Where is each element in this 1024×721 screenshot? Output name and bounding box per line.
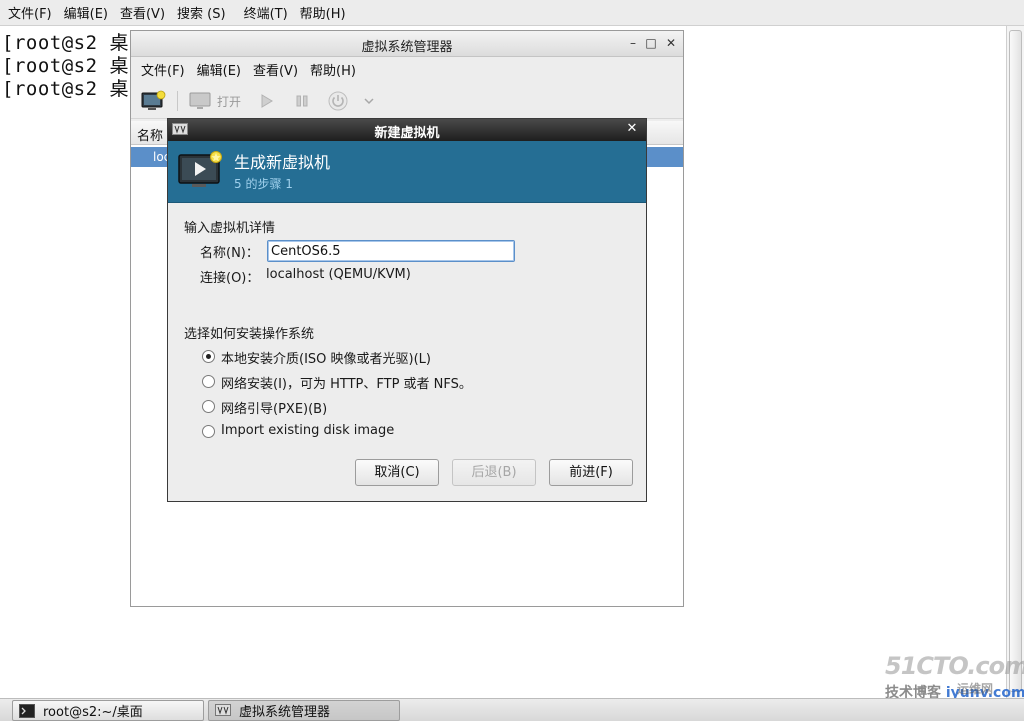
radio-import-disk[interactable] <box>202 425 215 438</box>
new-vm-banner-icon <box>178 151 222 187</box>
pause-icon <box>296 95 308 107</box>
chevron-down-icon <box>364 98 374 105</box>
dialog-banner: 生成新虚拟机 5 的步骤 1 <box>168 141 646 203</box>
banner-step: 5 的步骤 1 <box>234 177 293 191</box>
vmm-menu-file[interactable]: 文件(F) <box>135 60 191 79</box>
section-install-heading: 选择如何安装操作系统 <box>184 327 315 342</box>
shutdown-button[interactable] <box>327 89 349 113</box>
connection-value: localhost (QEMU/KVM) <box>266 267 411 282</box>
connection-label: 连接(O)： <box>200 271 260 286</box>
taskbar-item-terminal[interactable]: root@s2:~/桌面 <box>12 700 204 721</box>
radio-network-install-label[interactable]: 网络安装(I)，可为 HTTP、FTP 或者 NFS。 <box>221 373 472 392</box>
run-button[interactable] <box>257 89 275 113</box>
toolbar-separator <box>177 91 178 111</box>
vmm-window-title: 虚拟系统管理器 <box>361 40 453 55</box>
terminal-menu-file[interactable]: 文件(F) <box>2 3 58 22</box>
dialog-titlebar[interactable]: 新建虚拟机 ✕ <box>168 119 646 141</box>
power-icon <box>328 91 348 111</box>
new-vm-dialog: 新建虚拟机 ✕ 生成新虚拟机 5 的步骤 1 输入虚拟机详情 名称(N)： 连接… <box>167 118 647 502</box>
vmm-titlebar[interactable]: 虚拟系统管理器 – □ ✕ <box>131 31 683 57</box>
taskbar-item-virt-manager-label: 虚拟系统管理器 <box>239 705 331 720</box>
shutdown-dropdown[interactable] <box>363 89 375 113</box>
vm-name-input[interactable] <box>267 240 515 262</box>
forward-button[interactable]: 前进(F) <box>549 459 633 486</box>
cancel-button[interactable]: 取消(C) <box>355 459 439 486</box>
watermark-logo-text: 51CTO.com <box>885 652 1024 680</box>
radio-network-boot[interactable] <box>202 400 215 413</box>
taskbar: root@s2:~/桌面 虚拟系统管理器 <box>0 698 1024 721</box>
vmm-menu-edit[interactable]: 编辑(E) <box>191 60 247 79</box>
radio-network-boot-label[interactable]: 网络引导(PXE)(B) <box>221 398 327 417</box>
section-details-heading: 输入虚拟机详情 <box>184 221 276 236</box>
terminal-menubar: 文件(F) 编辑(E) 查看(V) 搜索 (S) 终端(T) 帮助(H) <box>0 0 1024 26</box>
terminal-menu-search[interactable]: 搜索 (S) <box>171 3 232 22</box>
watermark: 51CTO.com 技术博客 iyunv.com 运维网 <box>885 652 1024 701</box>
vmm-menubar: 文件(F) 编辑(E) 查看(V) 帮助(H) <box>131 57 683 81</box>
dialog-close-icon[interactable]: ✕ <box>624 121 640 137</box>
banner-title: 生成新虚拟机 <box>234 153 331 172</box>
pause-button[interactable] <box>293 89 311 113</box>
taskbar-item-terminal-label: root@s2:~/桌面 <box>43 705 143 720</box>
radio-import-disk-label[interactable]: Import existing disk image <box>221 423 394 438</box>
terminal-line: [root@s2 桌 <box>2 78 129 100</box>
terminal-icon <box>19 703 35 718</box>
open-button-label: 打开 <box>217 94 242 109</box>
play-icon <box>261 94 273 108</box>
watermark-extra: 运维网 <box>957 682 994 696</box>
terminal-menu-edit[interactable]: 编辑(E) <box>58 3 114 22</box>
vmm-menu-help[interactable]: 帮助(H) <box>304 60 362 79</box>
radio-network-install[interactable] <box>202 375 215 388</box>
taskbar-item-virt-manager[interactable]: 虚拟系统管理器 <box>208 700 400 721</box>
open-button[interactable]: 打开 <box>189 89 241 113</box>
terminal-menu-view[interactable]: 查看(V) <box>114 3 171 22</box>
close-icon[interactable]: ✕ <box>663 35 679 51</box>
dialog-title: 新建虚拟机 <box>374 126 440 141</box>
vmm-toolbar: 打开 <box>131 83 683 119</box>
radio-local-media[interactable] <box>202 350 215 363</box>
back-button[interactable]: 后退(B) <box>452 459 536 486</box>
terminal-menu-terminal[interactable]: 终端(T) <box>238 3 294 22</box>
monitor-icon <box>189 92 211 109</box>
minimize-icon[interactable]: – <box>625 35 641 51</box>
new-vm-button[interactable] <box>141 89 167 113</box>
terminal-menu-help[interactable]: 帮助(H) <box>294 3 352 22</box>
name-label: 名称(N)： <box>200 246 259 261</box>
terminal-scrollbar[interactable] <box>1006 26 1024 698</box>
maximize-icon[interactable]: □ <box>643 35 659 51</box>
radio-local-media-label[interactable]: 本地安装介质(ISO 映像或者光驱)(L) <box>221 348 431 367</box>
new-vm-icon <box>141 90 166 110</box>
column-header-name[interactable]: 名称 <box>137 125 163 144</box>
virt-manager-icon <box>215 704 231 716</box>
terminal-scrollbar-thumb[interactable] <box>1009 30 1022 692</box>
vmm-menu-view[interactable]: 查看(V) <box>247 60 304 79</box>
